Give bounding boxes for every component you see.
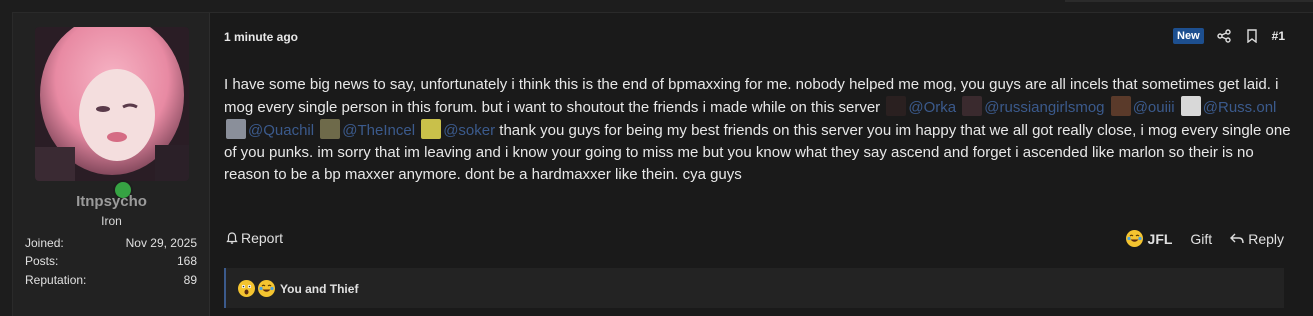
mention-link[interactable]: @russiangirlsmog	[984, 99, 1104, 116]
new-badge: New	[1173, 28, 1204, 44]
share-icon[interactable]	[1216, 28, 1232, 44]
bell-icon	[226, 232, 238, 244]
post-main: 1 minute ago New #1 I have some big news…	[224, 0, 1299, 316]
mention-link[interactable]: @Russ.onl	[1203, 99, 1277, 116]
gift-button[interactable]: Gift	[1190, 231, 1212, 247]
mention-avatar	[421, 119, 442, 139]
mention-link[interactable]: @TheIncel	[342, 122, 415, 139]
stat-reputation: Reputation: 89	[25, 273, 197, 287]
stat-value: 89	[183, 273, 197, 287]
report-button[interactable]: Report	[226, 230, 283, 246]
astonished-emoji-icon	[238, 280, 255, 297]
joy-emoji-icon	[1125, 230, 1143, 247]
user-title: Iron	[101, 214, 122, 228]
mention-link[interactable]: @Quachil	[248, 122, 314, 139]
mention-avatar	[886, 96, 907, 116]
post-actions: New #1	[1173, 27, 1285, 45]
username-link[interactable]: Itnpsycho	[13, 193, 210, 210]
mention-avatar	[226, 119, 246, 139]
stat-joined: Joined: Nov 29, 2025	[25, 236, 197, 250]
user-avatar[interactable]	[35, 27, 189, 181]
mention-avatar	[962, 96, 983, 116]
reply-icon	[1230, 233, 1244, 243]
reactions-text: You and Thief	[280, 281, 359, 296]
jfl-label: JFL	[1147, 230, 1173, 247]
mention-avatar	[1180, 96, 1201, 116]
user-pane: Itnpsycho Iron Joined: Nov 29, 2025 Post…	[13, 13, 210, 316]
post-footer: Report JFL Gift Reply	[224, 230, 1284, 250]
mention-avatar	[1110, 96, 1131, 116]
mention-avatar	[320, 119, 341, 139]
bookmark-icon[interactable]	[1244, 28, 1260, 44]
stat-value: 168	[176, 254, 197, 268]
stat-value: Nov 29, 2025	[125, 236, 197, 250]
mention-link[interactable]: @Orka	[908, 99, 956, 116]
reactions-summary: You and Thief	[238, 280, 358, 297]
post-timestamp[interactable]: 1 minute ago	[224, 30, 298, 44]
footer-actions: JFL Gift Reply	[1125, 230, 1284, 247]
reactions-bar[interactable]: You and Thief	[224, 268, 1284, 308]
post-number-link[interactable]: #1	[1272, 29, 1285, 43]
post-body: I have some big news to say, unfortunate…	[224, 74, 1294, 186]
mention-link[interactable]: @ouiii	[1133, 99, 1175, 116]
reply-label: Reply	[1248, 230, 1284, 247]
joy-emoji-icon	[258, 280, 275, 297]
mention-link[interactable]: @soker	[443, 122, 495, 139]
stat-label: Posts:	[25, 254, 59, 268]
report-label: Report	[241, 230, 284, 246]
jfl-reaction-button[interactable]: JFL	[1125, 230, 1173, 247]
reply-button[interactable]: Reply	[1230, 231, 1284, 247]
stat-posts: Posts: 168	[25, 254, 197, 268]
stat-label: Joined:	[25, 236, 64, 250]
stat-label: Reputation:	[25, 273, 87, 287]
